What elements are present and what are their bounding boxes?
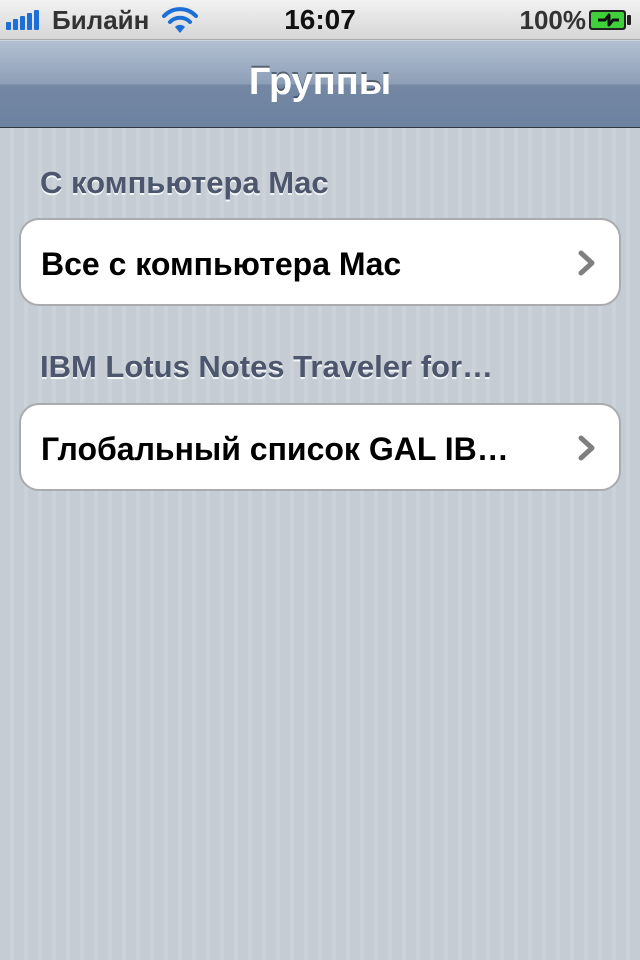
section-header-mac: С компьютера Mac — [40, 165, 329, 200]
chevron-right-icon — [578, 435, 595, 461]
battery-charging-icon — [589, 10, 631, 30]
group-cell-label: Глобальный список GAL IB… — [41, 431, 509, 467]
status-bar: Билайн 16:07 100% — [0, 0, 640, 40]
group-cell-label: Все с компьютера Mac — [41, 246, 402, 282]
group-cell-global-gal[interactable]: Глобальный список GAL IB… — [19, 403, 621, 491]
navigation-bar: Группы — [0, 40, 640, 128]
section-header-ibm-lotus: IBM Lotus Notes Traveler for… — [40, 349, 494, 384]
chevron-right-icon — [578, 250, 595, 276]
group-cell-all-mac[interactable]: Все с компьютера Mac — [19, 218, 621, 306]
battery-percent: 100% — [519, 5, 587, 35]
page-title: Группы — [248, 61, 392, 103]
